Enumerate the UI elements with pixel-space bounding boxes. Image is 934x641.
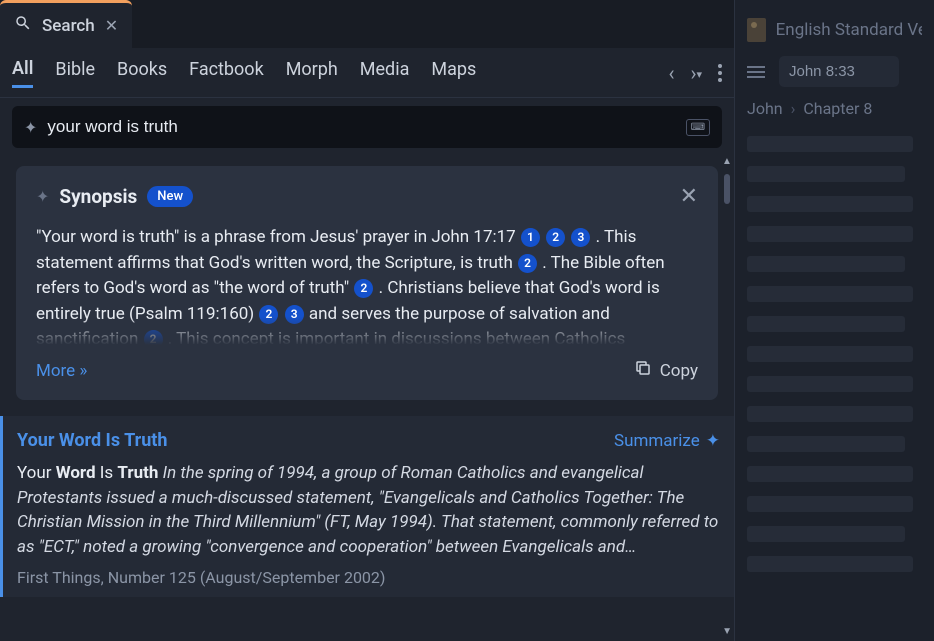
citation-pill[interactable]: 2 — [354, 279, 373, 298]
skeleton-line — [747, 196, 913, 212]
skeleton-line — [747, 406, 913, 422]
skeleton-line — [747, 256, 905, 272]
contents-icon[interactable] — [747, 66, 765, 78]
skeleton-line — [747, 556, 913, 572]
filter-maps[interactable]: Maps — [431, 59, 476, 86]
reference-input[interactable] — [779, 56, 899, 87]
results-area: ▲ ✦ Synopsis New ✕ "Your word is truth" … — [0, 156, 734, 641]
synopsis-header: ✦ Synopsis New ✕ — [36, 184, 698, 209]
skeleton-line — [747, 466, 913, 482]
search-pane: Search ✕ All Bible Books Factbook Morph … — [0, 0, 734, 641]
skeleton-line — [747, 226, 913, 242]
keyboard-icon[interactable]: ⌨ — [686, 119, 710, 136]
result-lead: Truth — [117, 463, 158, 483]
scrollbar-thumb[interactable] — [724, 174, 730, 204]
crumb-book[interactable]: John — [747, 99, 783, 118]
copy-icon — [634, 359, 652, 382]
skeleton-line — [747, 136, 913, 152]
search-icon — [14, 14, 32, 37]
book-icon — [747, 18, 766, 42]
nav-forward-icon[interactable]: ›▾ — [690, 61, 702, 85]
result-body: Your Word Is Truth In the spring of 1994… — [17, 461, 720, 560]
nav-back-icon[interactable]: ‹ — [668, 61, 674, 85]
sparkle-icon: ✦ — [706, 431, 720, 451]
citation-pill[interactable]: 2 — [518, 254, 537, 273]
summarize-button[interactable]: Summarize ✦ — [614, 431, 720, 451]
skeleton-line — [747, 286, 913, 302]
scroll-down-icon[interactable]: ▼ — [722, 626, 732, 637]
sparkle-icon: ✦ — [36, 187, 49, 206]
tab-title: Search — [42, 16, 95, 36]
reader-header: English Standard Ver — [735, 0, 934, 48]
sparkle-icon: ✦ — [24, 118, 37, 137]
result-lead: Word — [56, 463, 96, 483]
result-lead: Is — [96, 463, 118, 483]
synopsis-text: "Your word is truth" is a phrase from Je… — [36, 227, 520, 247]
filter-row: All Bible Books Factbook Morph Media Map… — [0, 48, 734, 98]
more-link[interactable]: More » — [36, 361, 87, 381]
summarize-label: Summarize — [614, 431, 700, 451]
search-tab[interactable]: Search ✕ — [0, 0, 132, 48]
skeleton-line — [747, 376, 913, 392]
reader-pane: English Standard Ver John › Chapter 8 — [734, 0, 934, 641]
search-input[interactable] — [47, 117, 685, 137]
filter-books[interactable]: Books — [117, 59, 167, 86]
result-header: Your Word Is Truth Summarize ✦ — [17, 430, 720, 451]
result-title-link[interactable]: Your Word Is Truth — [17, 430, 167, 451]
skeleton-line — [747, 166, 905, 182]
filter-media[interactable]: Media — [360, 59, 410, 86]
result-card: Your Word Is Truth Summarize ✦ Your Word… — [0, 416, 734, 597]
crumb-chapter[interactable]: Chapter 8 — [803, 99, 872, 118]
synopsis-footer: More » Copy — [36, 359, 698, 382]
citation-pill[interactable]: 2 — [546, 228, 565, 247]
skeleton-line — [747, 346, 913, 362]
citation-pill[interactable]: 3 — [571, 228, 590, 247]
close-icon[interactable]: ✕ — [105, 16, 118, 35]
copy-label: Copy — [660, 361, 698, 381]
skeleton-line — [747, 316, 905, 332]
more-menu-icon[interactable] — [718, 64, 722, 82]
result-source: First Things, Number 125 (August/Septemb… — [17, 568, 720, 587]
citation-pill[interactable]: 1 — [521, 228, 540, 247]
filter-tabs: All Bible Books Factbook Morph Media Map… — [12, 58, 476, 88]
synopsis-title: Synopsis — [59, 185, 137, 208]
synopsis-card: ✦ Synopsis New ✕ "Your word is truth" is… — [16, 166, 718, 400]
copy-button[interactable]: Copy — [634, 359, 698, 382]
nav-controls: ‹ ›▾ — [668, 61, 722, 85]
skeleton-line — [747, 526, 905, 542]
chevron-right-icon: › — [791, 99, 796, 118]
search-bar: ✦ ⌨ — [12, 106, 722, 148]
resource-title: English Standard Ver — [776, 20, 922, 40]
scroll-up-icon[interactable]: ▲ — [722, 156, 732, 167]
new-badge: New — [147, 186, 193, 207]
skeleton-line — [747, 436, 905, 452]
filter-factbook[interactable]: Factbook — [189, 59, 264, 86]
filter-morph[interactable]: Morph — [286, 59, 338, 86]
result-lead: Your — [17, 463, 56, 483]
filter-all[interactable]: All — [12, 58, 33, 88]
close-icon[interactable]: ✕ — [680, 184, 698, 209]
skeleton-loader — [735, 130, 934, 578]
filter-bible[interactable]: Bible — [55, 59, 95, 86]
synopsis-body: "Your word is truth" is a phrase from Je… — [36, 225, 698, 345]
skeleton-line — [747, 496, 913, 512]
breadcrumb: John › Chapter 8 — [735, 95, 934, 130]
reader-toolbar — [735, 48, 934, 95]
tab-bar: Search ✕ — [0, 0, 734, 48]
